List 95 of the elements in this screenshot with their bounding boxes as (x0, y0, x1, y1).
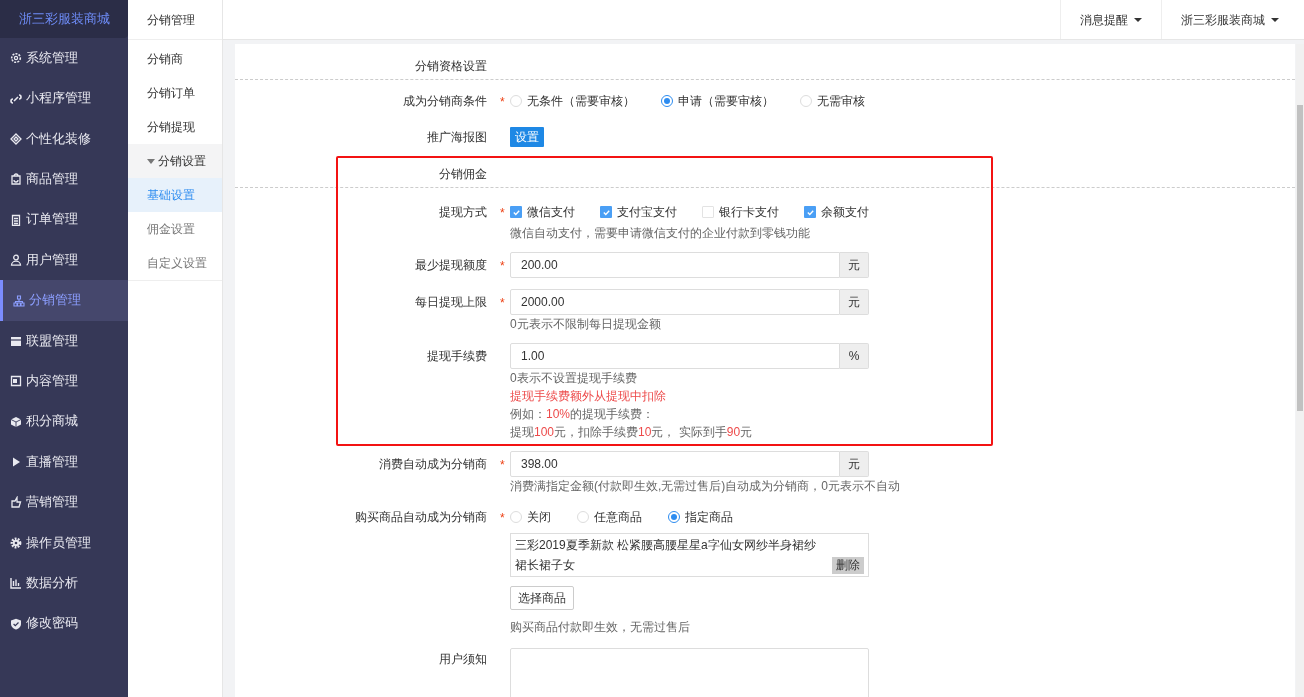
option-label: 指定商品 (685, 509, 733, 526)
play-icon (10, 456, 22, 469)
submenu-item[interactable]: 自定义设置 (128, 246, 222, 280)
number-input[interactable]: 1.00 (510, 343, 840, 369)
checkbox[interactable] (702, 206, 714, 218)
option-label: 无需审核 (817, 93, 865, 110)
header-dropdown[interactable]: 浙三彩服装商城 (1161, 0, 1298, 39)
required-mark: * (500, 296, 505, 310)
field-label: 最少提现额度 (414, 257, 487, 274)
required-mark: * (500, 206, 505, 220)
field-label: 提现手续费 (426, 348, 487, 365)
hint-text: 消费满指定金额(付款即生效,无需过售后)自动成为分销商，0元表示不自动 (510, 478, 900, 495)
number-input[interactable]: 200.00 (510, 252, 840, 278)
clipboard-icon (10, 213, 22, 226)
sidebar-item[interactable]: 营销管理 (0, 482, 128, 523)
sidebar-item[interactable]: 修改密码 (0, 603, 128, 644)
header-dropdown[interactable]: 消息提醒 (1060, 0, 1161, 39)
caret-icon (1271, 17, 1279, 22)
hint-text: 0表示不设置提现手续费 (510, 370, 638, 387)
checkbox[interactable] (510, 206, 522, 218)
option-label: 微信支付 (527, 204, 575, 221)
submenu-item[interactable]: 分销提现 (128, 110, 222, 144)
logo-text: 浙三彩服装商城 (0, 0, 128, 38)
field-label: 消费自动成为分销商 (378, 456, 487, 473)
field-label: 用户须知 (438, 651, 487, 668)
option-label: 申请（需要审核） (678, 93, 774, 110)
option-label: 支付宝支付 (617, 204, 677, 221)
sitemap-icon (13, 294, 25, 307)
settings-button[interactable]: 设置 (510, 127, 544, 147)
required-mark: * (500, 95, 505, 109)
sidebar-item[interactable]: 内容管理 (0, 361, 128, 402)
bar-chart-icon (10, 577, 22, 590)
sidebar-item[interactable]: 联盟管理 (0, 320, 128, 362)
hand-icon (10, 496, 22, 509)
sidebar-item[interactable]: 商品管理 (0, 159, 128, 200)
sidebar-item[interactable]: 用户管理 (0, 239, 128, 281)
option-label: 关闭 (527, 509, 551, 526)
option-label: 无条件（需要审核） (527, 93, 635, 110)
hint-text: 例如：10%的提现手续费： (510, 406, 656, 423)
window-icon (10, 375, 22, 388)
shield-icon (10, 617, 22, 630)
field-label: 提现方式 (438, 204, 487, 221)
caret-icon (147, 157, 155, 165)
hint-text: 提现手续费额外从提现中扣除 (510, 388, 667, 405)
submenu-title: 分销管理 (128, 0, 222, 40)
sidebar-item[interactable]: 分销管理 (0, 280, 128, 321)
number-input[interactable]: 2000.00 (510, 289, 840, 315)
submenu-item[interactable]: 分销设置 (128, 144, 222, 178)
submenu-item[interactable]: 佣金设置 (128, 212, 222, 246)
caret-icon (1134, 17, 1142, 22)
hint-text: 购买商品付款即生效，无需过售后 (510, 619, 691, 636)
settings-icon (10, 536, 22, 549)
select-product-button[interactable]: 选择商品 (510, 586, 574, 610)
option-label: 余额支付 (821, 204, 869, 221)
required-mark: * (500, 259, 505, 273)
bag-icon (10, 173, 22, 186)
field-label: 成为分销商条件 (402, 93, 487, 110)
submenu-item[interactable]: 分销商 (128, 42, 222, 76)
hint-text: 提现100元，扣除手续费10元， 实际到手90元 (510, 424, 754, 441)
gear-icon (10, 52, 22, 65)
hint-text: 微信自动支付，需要申请微信支付的企业付款到零钱功能 (510, 225, 811, 242)
diamond-icon (10, 132, 22, 145)
section-title: 分销佣金 (438, 166, 487, 183)
submenu-item[interactable]: 分销订单 (128, 76, 222, 110)
unit-addon: 元 (840, 451, 869, 477)
sidebar-item[interactable]: 直播管理 (0, 441, 128, 483)
option-label: 任意商品 (594, 509, 642, 526)
required-mark: * (500, 511, 505, 525)
field-label: 购买商品自动成为分销商 (354, 509, 487, 526)
unit-addon: 元 (840, 252, 869, 278)
product-name: 三彩2019夏季新款 松紧腰高腰星星a字仙女网纱半身裙纱裙长裙子女 (515, 537, 817, 574)
unit-addon: 元 (840, 289, 869, 315)
sidebar-item[interactable]: 小程序管理 (0, 78, 128, 119)
sidebar-item[interactable]: 个性化装修 (0, 118, 128, 160)
option-label: 银行卡支付 (719, 204, 779, 221)
sidebar-item[interactable]: 操作员管理 (0, 522, 128, 564)
field-label: 推广海报图 (426, 129, 487, 146)
delete-button[interactable]: 删除 (832, 557, 864, 574)
number-input[interactable]: 398.00 (510, 451, 840, 477)
sidebar-item[interactable]: 订单管理 (0, 199, 128, 240)
field-label: 每日提现上限 (414, 294, 487, 311)
cube-icon (10, 415, 22, 428)
sidebar-item[interactable]: 系统管理 (0, 38, 128, 79)
sidebar-item[interactable]: 数据分析 (0, 563, 128, 604)
section-title: 分销资格设置 (414, 58, 487, 75)
required-mark: * (500, 458, 505, 472)
scrollbar[interactable] (1296, 44, 1304, 697)
user-icon (10, 254, 22, 267)
card-icon (10, 334, 22, 347)
hint-text: 0元表示不限制每日提现金额 (510, 316, 662, 333)
checkbox[interactable] (600, 206, 612, 218)
unit-addon: % (840, 343, 869, 369)
checkbox[interactable] (804, 206, 816, 218)
link-icon (10, 92, 22, 105)
sidebar-item[interactable]: 积分商城 (0, 401, 128, 442)
